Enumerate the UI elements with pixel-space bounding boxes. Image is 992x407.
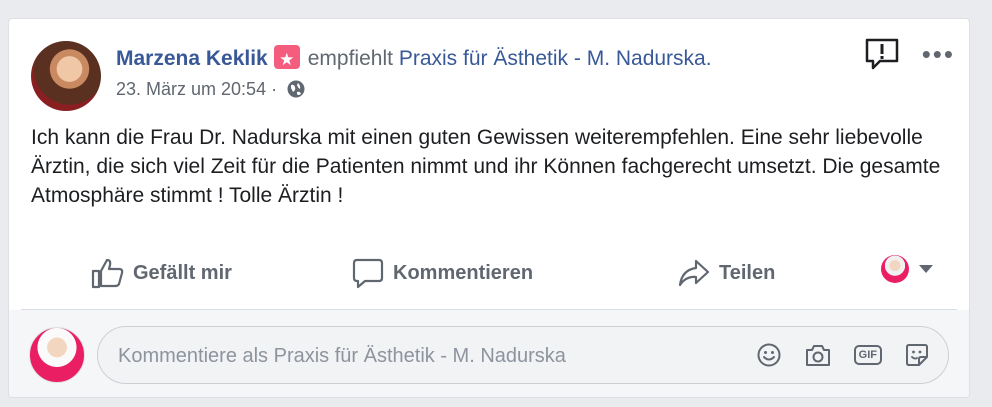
commenter-avatar bbox=[29, 327, 85, 383]
post-actions: Gefällt mir Kommentieren Teilen bbox=[21, 251, 957, 295]
report-icon[interactable] bbox=[864, 37, 900, 71]
post-top-icons: ••• bbox=[864, 37, 955, 71]
post-meta: 23. März um 20:54 · bbox=[116, 79, 306, 100]
post-header: Marzena Keklik ★ empfiehlt Praxis für Ästh… bbox=[116, 45, 712, 73]
post-as-selector[interactable] bbox=[881, 255, 933, 283]
share-label: Teilen bbox=[719, 261, 776, 284]
camera-icon[interactable] bbox=[804, 342, 832, 368]
comment-composer: GIF bbox=[9, 310, 969, 397]
comment-label: Kommentieren bbox=[393, 261, 534, 284]
comment-tools: GIF bbox=[756, 342, 930, 368]
post-card: Marzena Keklik ★ empfiehlt Praxis für Ästh… bbox=[8, 18, 970, 398]
comment-icon bbox=[352, 258, 384, 289]
author-avatar[interactable] bbox=[31, 41, 101, 111]
timestamp[interactable]: 23. März um 20:54 · bbox=[116, 79, 277, 99]
page-avatar bbox=[881, 255, 909, 283]
author-name[interactable]: Marzena Keklik bbox=[116, 47, 268, 70]
recommend-badge-icon: ★ bbox=[273, 45, 300, 69]
globe-icon bbox=[287, 80, 305, 98]
sticker-icon[interactable] bbox=[904, 342, 930, 368]
comment-input[interactable] bbox=[116, 327, 740, 385]
gif-icon[interactable]: GIF bbox=[853, 345, 882, 365]
post-text: Ich kann die Frau Dr. Nadurska mit einen… bbox=[31, 126, 941, 207]
share-icon bbox=[678, 259, 710, 287]
comment-box: GIF bbox=[97, 326, 949, 385]
share-button[interactable]: Teilen bbox=[677, 257, 775, 289]
chevron-down-icon bbox=[919, 265, 933, 273]
action-text: empfiehlt bbox=[307, 47, 393, 70]
comment-button[interactable]: Kommentieren bbox=[351, 257, 533, 289]
like-button[interactable]: Gefällt mir bbox=[91, 257, 232, 289]
like-icon bbox=[91, 258, 124, 289]
more-icon[interactable]: ••• bbox=[922, 41, 955, 67]
like-label: Gefällt mir bbox=[133, 261, 232, 284]
page-link[interactable]: Praxis für Ästhetik - M. Nadurska. bbox=[399, 47, 712, 70]
emoji-icon[interactable] bbox=[756, 342, 782, 368]
